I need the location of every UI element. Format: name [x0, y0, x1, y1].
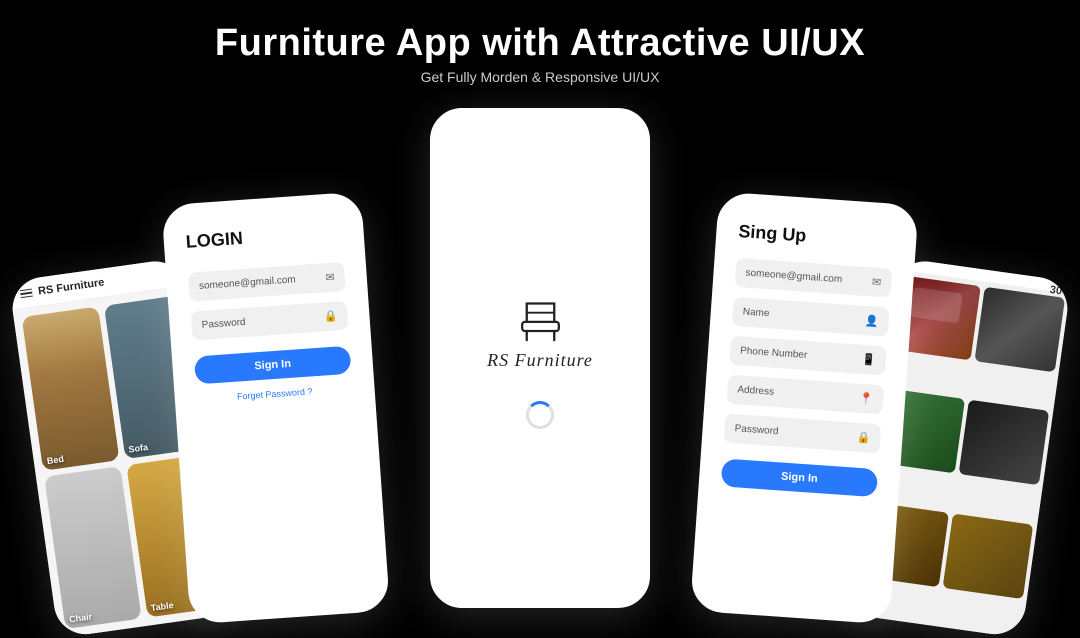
signup-signin-button[interactable]: Sign In	[721, 458, 879, 497]
phones-container: RS Furniture Bed Sofa Chair Table	[0, 138, 1080, 608]
home-card-bed[interactable]: Bed	[22, 307, 119, 471]
forget-password-link[interactable]: Forget Password ?	[197, 384, 353, 405]
signup-title: Sing Up	[738, 221, 895, 253]
login-signin-button[interactable]: Sign In	[194, 346, 352, 385]
page-subtitle: Get Fully Morden & Responsive UI/UX	[0, 69, 1080, 85]
gallery-item-6[interactable]	[942, 513, 1033, 599]
signup-address-field[interactable]: Address 📍	[726, 375, 884, 415]
signup-name-placeholder: Name	[742, 306, 769, 319]
signup-email-placeholder: someone@gmail.com	[745, 268, 842, 286]
chair-logo-svg	[513, 287, 568, 342]
signup-location-icon: 📍	[859, 392, 874, 406]
signup-person-icon: 👤	[864, 314, 879, 328]
login-password-placeholder: Password	[201, 317, 246, 331]
signup-phone-icon: 📱	[862, 353, 877, 367]
home-card-chair[interactable]: Chair	[44, 466, 141, 630]
gallery-item-4[interactable]	[958, 400, 1049, 486]
gallery-count-badge: 30	[1049, 284, 1063, 298]
lock-icon: 🔒	[323, 309, 338, 323]
phone-notch	[510, 118, 570, 130]
phone-center: RS Furniture	[430, 108, 650, 608]
signup-email-field[interactable]: someone@gmail.com ✉	[735, 258, 893, 298]
signup-password-field[interactable]: Password 🔒	[724, 414, 882, 454]
phone-signup: Sing Up someone@gmail.com ✉ Name 👤 Phone…	[690, 192, 919, 625]
home-brand-label: RS Furniture	[37, 276, 105, 297]
signup-email-icon: ✉	[872, 275, 882, 289]
login-email-field[interactable]: someone@gmail.com ✉	[188, 262, 346, 302]
signup-password-placeholder: Password	[734, 423, 779, 437]
page-header: Furniture App with Attractive UI/UX Get …	[0, 0, 1080, 95]
signup-lock-icon: 🔒	[856, 431, 871, 445]
gallery-item-2[interactable]	[974, 287, 1065, 373]
hamburger-icon[interactable]	[20, 288, 33, 298]
page-title: Furniture App with Attractive UI/UX	[0, 22, 1080, 65]
phone-login: LOGIN someone@gmail.com ✉ Password 🔒 Sig…	[161, 192, 390, 625]
sofa-label: Sofa	[128, 442, 149, 455]
login-email-placeholder: someone@gmail.com	[199, 274, 296, 292]
signup-name-field[interactable]: Name 👤	[732, 297, 890, 337]
bed-label: Bed	[46, 453, 64, 465]
loading-spinner	[526, 401, 554, 429]
signup-address-placeholder: Address	[737, 384, 774, 398]
signup-phone-placeholder: Phone Number	[740, 345, 808, 361]
login-title: LOGIN	[185, 221, 342, 253]
email-icon: ✉	[325, 271, 335, 285]
signup-phone-field[interactable]: Phone Number 📱	[729, 336, 887, 376]
login-password-field[interactable]: Password 🔒	[191, 301, 349, 341]
center-brand-name: RS Furniture	[487, 350, 593, 371]
